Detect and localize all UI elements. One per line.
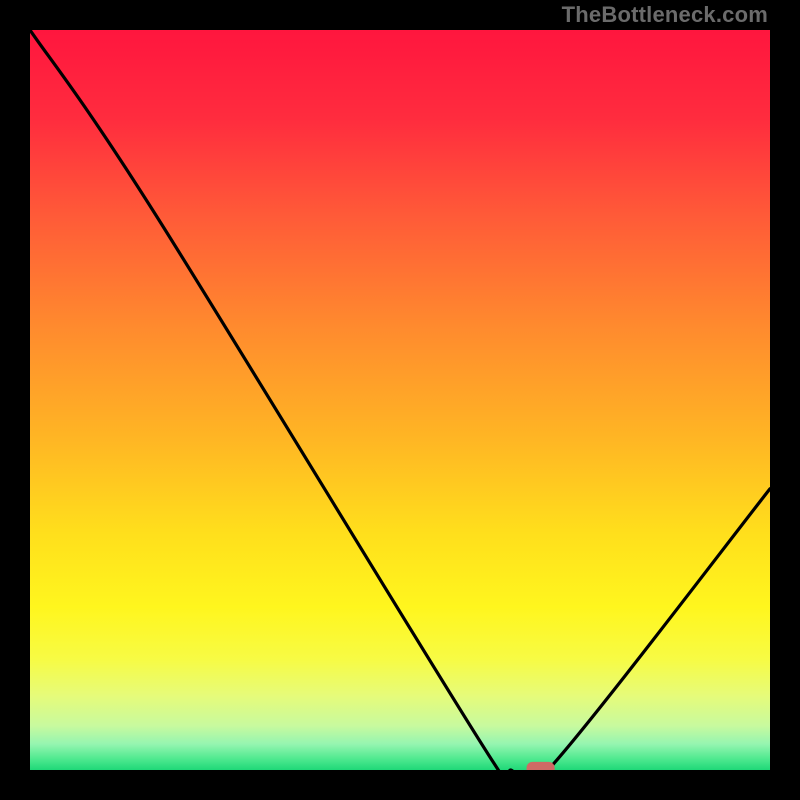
chart-frame <box>30 30 770 770</box>
chart-plot-area <box>30 30 770 770</box>
watermark-text: TheBottleneck.com <box>562 2 768 28</box>
chart-svg <box>30 30 770 770</box>
current-config-marker <box>527 762 555 770</box>
chart-background-gradient <box>30 30 770 770</box>
